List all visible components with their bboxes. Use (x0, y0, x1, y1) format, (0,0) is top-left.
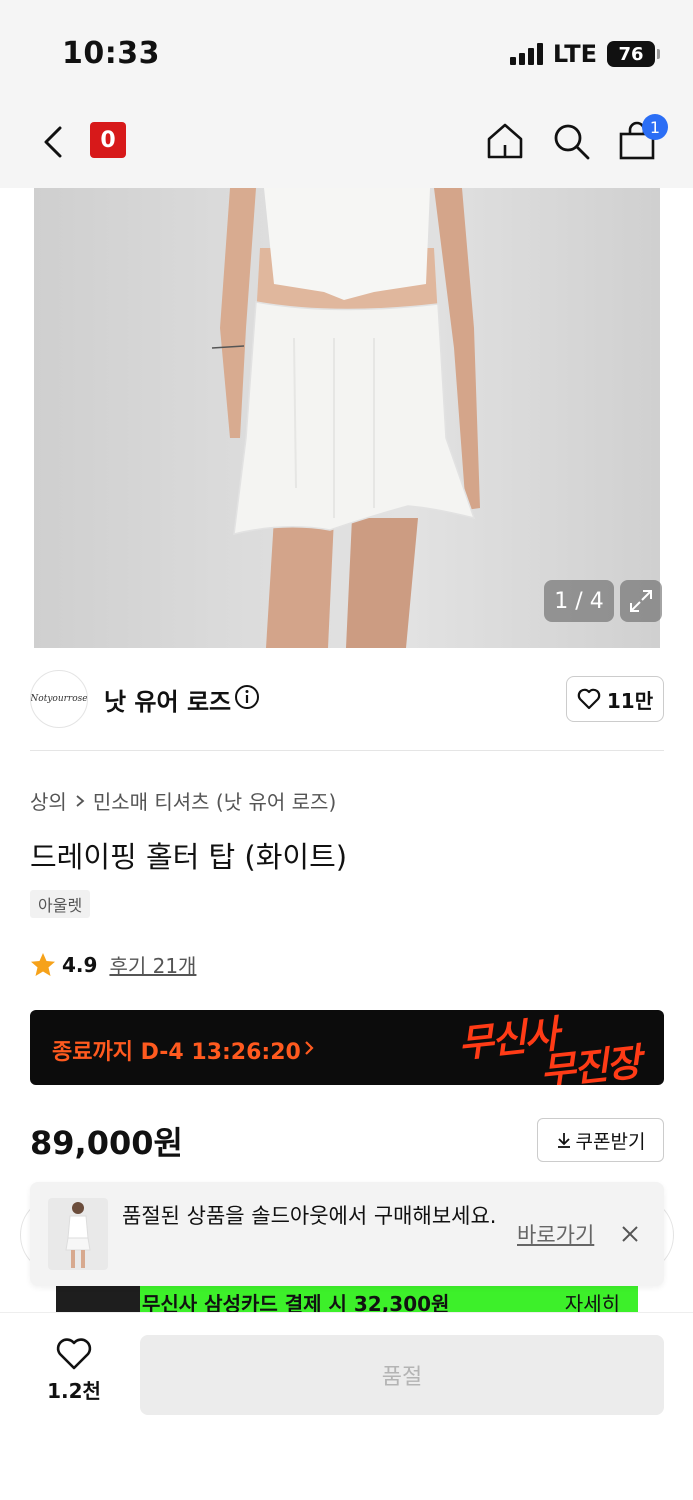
cart-badge: 1 (642, 114, 668, 140)
brand-like-count: 11만 (606, 688, 654, 713)
download-icon (557, 1133, 570, 1148)
chevron-right-icon (305, 1041, 314, 1055)
rating-row: 4.9 후기 21개 (30, 950, 196, 979)
card-offer-more[interactable]: 자세히 (565, 1288, 620, 1312)
breadcrumb-subcategory[interactable]: 민소매 티셔츠 (낫 유어 로즈) (93, 786, 336, 815)
promo-banner[interactable]: 종료까지 D-4 13:26:20 무신사 무진장 (30, 1010, 664, 1085)
brand-logo-text: Notyourrose (30, 694, 88, 704)
heart-icon (56, 1338, 92, 1370)
product-price: 89,000원 (30, 1124, 183, 1162)
card-offer-text: 무신사 삼성카드 결제 시 32,300원 (142, 1292, 450, 1312)
product-image[interactable] (34, 188, 660, 648)
product-title: 드레이핑 홀터 탑 (화이트) (30, 840, 348, 874)
review-link[interactable]: 후기 21개 (109, 950, 196, 979)
chevron-right-icon (76, 794, 85, 807)
brand-row: Notyourrose 낫 유어 로즈 11만 (30, 668, 664, 730)
wishlist-button[interactable]: 1.2천 (34, 1337, 114, 1413)
coupon-label: 쿠폰받기 (575, 1130, 646, 1153)
network-label: LTE (552, 40, 597, 68)
heart-icon (577, 688, 601, 710)
brand-name[interactable]: 낫 유어 로즈 (104, 682, 231, 717)
toast-link[interactable]: 바로가기 (517, 1219, 594, 1249)
product-photo (211, 188, 480, 648)
toast-close-button[interactable] (616, 1220, 644, 1248)
status-indicators: LTE 76 (509, 40, 660, 68)
toast-thumbnail (48, 1198, 108, 1270)
brand-logo[interactable]: Notyourrose (30, 670, 88, 728)
store-logo[interactable]: 0 (90, 122, 126, 158)
toast-message: 품절된 상품을 솔드아웃에서 구매해보세요. (122, 1204, 497, 1228)
info-icon[interactable] (234, 684, 260, 710)
battery-icon: 76 (607, 41, 660, 67)
rating-value: 4.9 (62, 952, 98, 977)
card-offer-banner[interactable]: 무신사 삼성카드 결제 시 32,300원 자세히 (56, 1282, 638, 1312)
promo-countdown: 종료까지 D-4 13:26:20 (52, 1040, 301, 1065)
status-bar: 10:33 LTE 76 (0, 0, 693, 104)
coupon-button[interactable]: 쿠폰받기 (537, 1118, 664, 1162)
home-button[interactable] (482, 118, 528, 164)
thumbnail-photo (65, 1202, 91, 1268)
image-counter: 1 / 4 (544, 580, 614, 622)
star-icon (31, 952, 55, 976)
close-icon (622, 1226, 638, 1242)
expand-button[interactable] (620, 580, 662, 622)
brand-like-button[interactable]: 11만 (566, 676, 664, 722)
search-button[interactable] (548, 118, 594, 164)
chevron-left-icon (44, 126, 62, 158)
card-image (56, 1282, 140, 1312)
promo-logo-line2: 무진장 (538, 1039, 642, 1085)
breadcrumb-category[interactable]: 상의 (30, 786, 67, 815)
search-icon (554, 124, 590, 160)
wishlist-count: 1.2천 (47, 1379, 101, 1403)
soldout-button[interactable]: 품절 (140, 1335, 664, 1415)
signal-icon (509, 43, 543, 65)
top-nav: 0 1 (0, 104, 693, 188)
expand-icon (630, 590, 652, 612)
back-button[interactable] (36, 122, 70, 162)
outlet-tag: 아울렛 (30, 890, 91, 918)
home-icon (487, 123, 523, 159)
status-time: 10:33 (62, 36, 160, 71)
bottom-bar: 1.2천 품절 (0, 1312, 693, 1500)
cart-button[interactable]: 1 (614, 114, 668, 164)
breadcrumb: 상의 민소매 티셔츠 (낫 유어 로즈) (30, 786, 336, 815)
divider (30, 750, 664, 751)
soldout-toast: 품절된 상품을 솔드아웃에서 구매해보세요. 바로가기 (30, 1182, 664, 1286)
